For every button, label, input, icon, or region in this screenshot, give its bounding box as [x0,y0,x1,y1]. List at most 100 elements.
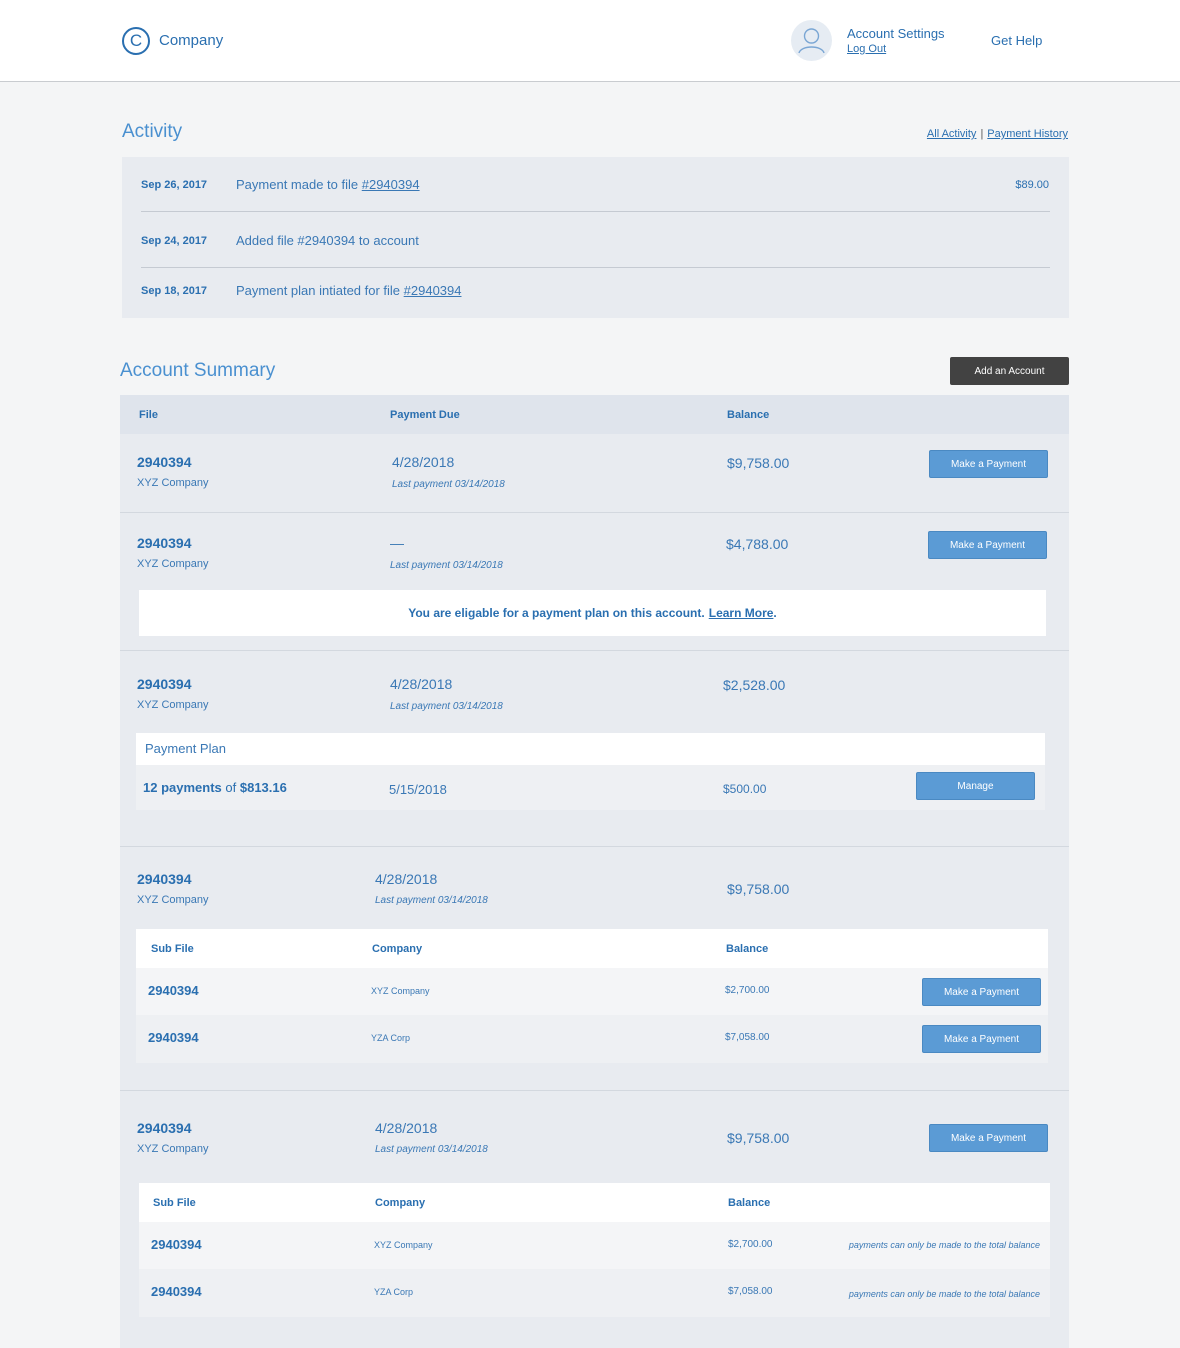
user-avatar-icon[interactable] [791,20,832,61]
sub-row: 2940394 XYZ Company $2,700.00 Make a Pay… [136,968,1048,1015]
col-file: File [139,409,158,421]
sub-row: 2940394 YZA Corp $7,058.00 payments can … [139,1269,1050,1317]
payment-plan-title: Payment Plan [145,741,226,756]
sub-file-table: Sub File Company Balance 2940394 XYZ Com… [136,929,1048,1063]
last-payment: Last payment 03/14/2018 [390,560,503,571]
file-link[interactable]: #2940394 [404,283,462,298]
file-number[interactable]: 2940394 [137,535,192,551]
make-payment-button[interactable]: Make a Payment [929,1124,1048,1152]
file-number[interactable]: 2940394 [137,1120,192,1136]
sub-table-header: Sub File Company Balance [139,1183,1050,1222]
manage-button[interactable]: Manage [916,772,1035,800]
sub-file-number[interactable]: 2940394 [148,1030,199,1045]
file-link[interactable]: #2940394 [362,177,420,192]
activity-text: Payment made to file #2940394 [236,177,420,192]
activity-date: Sep 24, 2017 [141,235,208,247]
plan-terms: 12 payments of $813.16 [143,780,287,795]
account-summary-table: File Payment Due Balance 2940394 XYZ Com… [120,395,1069,1348]
activity-list: Sep 26, 2017 Payment made to file #29403… [122,157,1069,318]
activity-date: Sep 26, 2017 [141,179,208,191]
make-payment-button[interactable]: Make a Payment [922,1025,1041,1053]
payment-due: — [390,535,404,551]
sub-company: XYZ Company [374,1240,433,1250]
company-name: XYZ Company [137,699,209,711]
make-payment-button[interactable]: Make a Payment [928,531,1047,559]
get-help-link[interactable]: Get Help [991,33,1042,48]
sub-row: 2940394 XYZ Company $2,700.00 payments c… [139,1222,1050,1269]
activity-text: Payment plan intiated for file #2940394 [236,283,462,298]
activity-links: All Activity | Payment History [927,128,1068,140]
company-name: XYZ Company [137,558,209,570]
sub-balance: $2,700.00 [725,985,770,996]
sub-row: 2940394 YZA Corp $7,058.00 Make a Paymen… [136,1015,1048,1063]
row-divider [120,846,1069,847]
row-divider [120,650,1069,651]
last-payment: Last payment 03/14/2018 [390,701,503,712]
file-number[interactable]: 2940394 [137,676,192,692]
account-settings-link[interactable]: Account Settings [847,26,945,41]
activity-text: Added file #2940394 to account [236,233,419,248]
col-sub-file: Sub File [153,1197,196,1209]
payment-due: 4/28/2018 [375,1120,438,1136]
payment-history-link[interactable]: Payment History [987,128,1068,140]
col-balance: Balance [727,409,770,421]
payment-restriction-note: payments can only be made to the total b… [848,1289,1040,1299]
balance: $2,528.00 [723,677,786,693]
sub-company: XYZ Company [371,986,430,996]
activity-item: Sep 18, 2017 Payment plan intiated for f… [122,276,1069,306]
sub-file-number[interactable]: 2940394 [151,1237,202,1252]
balance: $9,758.00 [727,455,790,471]
file-number[interactable]: 2940394 [137,871,192,887]
company-logo-icon[interactable]: C [122,27,150,55]
col-sub-file: Sub File [151,943,194,955]
payment-due: 4/28/2018 [375,871,438,887]
last-payment: Last payment 03/14/2018 [375,1144,488,1155]
company-name: XYZ Company [137,1143,209,1155]
make-payment-button[interactable]: Make a Payment [922,978,1041,1006]
all-activity-link[interactable]: All Activity [927,128,977,140]
payment-plan-header: Payment Plan [136,733,1045,765]
divider [141,211,1050,212]
sub-balance: $2,700.00 [728,1239,773,1250]
company-name[interactable]: Company [159,32,223,49]
activity-item: Sep 26, 2017 Payment made to file #29403… [122,170,1069,200]
sub-file-table: Sub File Company Balance 2940394 XYZ Com… [139,1183,1050,1317]
balance: $9,758.00 [727,881,790,897]
company-name: XYZ Company [137,894,209,906]
activity-amount: $89.00 [1015,179,1049,191]
add-account-button[interactable]: Add an Account [950,357,1069,385]
row-divider [120,512,1069,513]
sub-company: YZA Corp [374,1287,414,1297]
learn-more-link[interactable]: Learn More [709,606,774,620]
sub-table-header: Sub File Company Balance [136,929,1048,968]
divider [141,267,1050,268]
top-header: C Company Account Settings Log Out Get H… [0,0,1180,82]
payment-due: 4/28/2018 [390,676,453,692]
log-out-link[interactable]: Log Out [847,43,886,55]
sub-company: YZA Corp [371,1033,411,1043]
sub-file-number[interactable]: 2940394 [148,983,199,998]
sub-balance: $7,058.00 [728,1286,773,1297]
payment-restriction-note: payments can only be made to the total b… [848,1240,1040,1250]
balance: $4,788.00 [726,536,789,552]
sub-balance: $7,058.00 [725,1032,770,1043]
last-payment: Last payment 03/14/2018 [392,479,505,490]
account-summary-title: Account Summary [120,360,276,381]
row-divider [120,1090,1069,1091]
sub-file-number[interactable]: 2940394 [151,1284,202,1299]
payment-plan-row: 12 payments of $813.16 5/15/2018 $500.00… [136,765,1045,810]
file-number[interactable]: 2940394 [137,454,192,470]
activity-date: Sep 18, 2017 [141,285,208,297]
make-payment-button[interactable]: Make a Payment [929,450,1048,478]
plan-date: 5/15/2018 [389,782,447,797]
col-balance: Balance [726,943,769,955]
activity-item: Sep 24, 2017 Added file #2940394 to acco… [122,226,1069,256]
company-name: XYZ Company [137,477,209,489]
col-company: Company [372,943,423,955]
col-payment-due: Payment Due [390,409,460,421]
payment-due: 4/28/2018 [392,454,455,470]
plan-amount: $500.00 [723,782,767,796]
balance: $9,758.00 [727,1130,790,1146]
col-balance: Balance [728,1197,771,1209]
payment-plan-notice: You are eligable for a payment plan on t… [139,590,1046,636]
